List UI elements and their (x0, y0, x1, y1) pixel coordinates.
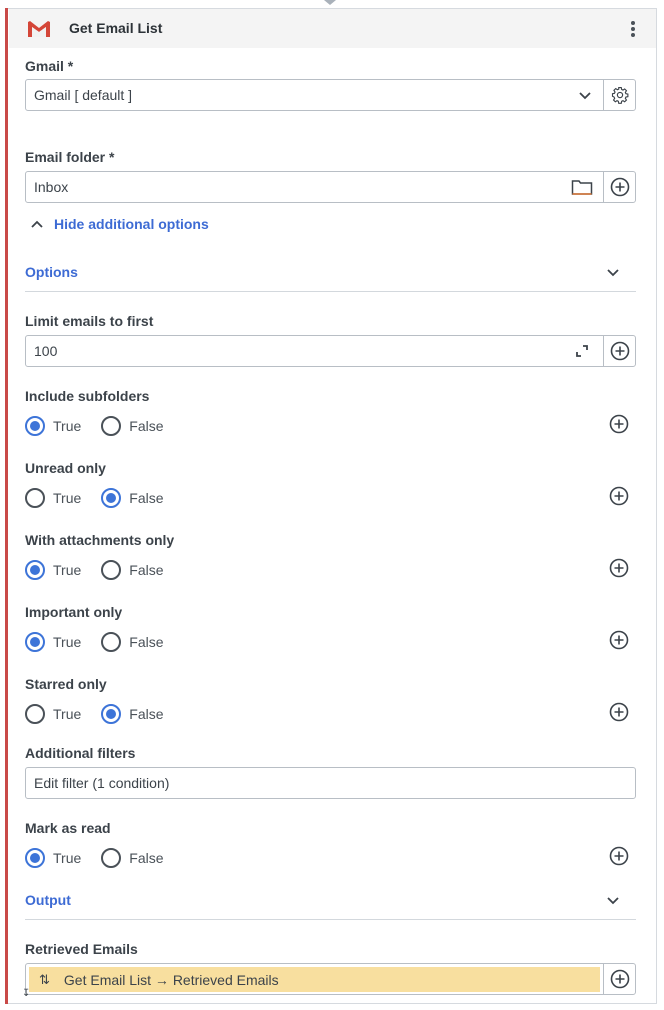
email-folder-label: Email folder * (25, 149, 115, 165)
plus-circle-icon (610, 177, 629, 197)
email-folder-value: Inbox (34, 179, 69, 195)
radio-label: False (129, 490, 164, 506)
mark-as-read-label: Mark as read (25, 820, 111, 836)
plus-circle-icon[interactable] (609, 558, 629, 578)
radio-circle (101, 632, 122, 652)
radio-label: True (53, 418, 82, 434)
output-section-title: Output (25, 892, 71, 908)
radio-label: True (53, 706, 82, 722)
starred-only-false-radio[interactable]: False (101, 704, 164, 724)
important-only-false-radio[interactable]: False (101, 632, 164, 652)
limit-emails-label: Limit emails to first (25, 313, 154, 329)
retrieved-emails-add-button[interactable] (603, 964, 635, 994)
plus-circle-icon[interactable] (609, 486, 629, 506)
chevron-down-icon (607, 269, 619, 277)
retrieved-emails-chip[interactable]: ⇅ Get Email List → Retrieved Emails (29, 967, 600, 992)
gmail-select-value: Gmail [ default ] (34, 87, 133, 103)
plus-circle-icon[interactable] (609, 702, 629, 722)
radio-label: False (129, 634, 164, 650)
radio-circle (25, 704, 45, 724)
mark-as-read-true-radio[interactable]: True (25, 848, 81, 868)
action-panel: Get Email List Gmail * Gmail [ default ]… (8, 8, 657, 1004)
radio-circle (25, 488, 45, 508)
plus-circle-icon[interactable] (609, 414, 629, 434)
connector-arrow (324, 0, 336, 5)
plus-circle-icon[interactable] (609, 846, 629, 866)
panel-title: Get Email List (69, 20, 163, 36)
chevron-up-icon (31, 220, 43, 228)
hide-additional-options-label: Hide additional options (54, 216, 209, 232)
email-folder-add-button[interactable] (603, 172, 635, 202)
important-only-label: Important only (25, 604, 123, 620)
with-attachments-only-radio-group: True False (25, 559, 184, 581)
plus-circle-icon[interactable] (609, 630, 629, 650)
edit-filter-button[interactable]: Edit filter (1 condition) (25, 767, 636, 799)
unread-only-false-radio[interactable]: False (101, 488, 164, 508)
radio-label: False (129, 562, 164, 578)
hide-additional-options-link[interactable]: Hide additional options (30, 216, 209, 232)
plus-circle-icon (610, 969, 629, 989)
important-only-true-radio[interactable]: True (25, 632, 81, 652)
radio-circle (101, 704, 122, 724)
panel-header: Get Email List (9, 9, 656, 48)
radio-circle (25, 632, 45, 652)
unread-only-true-radio[interactable]: True (25, 488, 81, 508)
include-subfolders-radio-group: True False (25, 415, 184, 437)
retrieved-emails-field[interactable]: ⇅ Get Email List → Retrieved Emails (25, 963, 636, 995)
radio-label: True (53, 634, 82, 650)
limit-emails-input[interactable]: 100 (25, 335, 636, 367)
options-section-title: Options (25, 264, 78, 280)
gear-icon (611, 86, 628, 104)
chevron-down-icon (607, 897, 619, 905)
additional-filters-label: Additional filters (25, 745, 136, 761)
gmail-select[interactable]: Gmail [ default ] (25, 79, 636, 111)
limit-emails-add-button[interactable] (603, 336, 635, 366)
radio-circle (25, 416, 45, 436)
important-only-radio-group: True False (25, 631, 184, 653)
with-attachments-only-label: With attachments only (25, 532, 175, 548)
gmail-settings-button[interactable] (603, 80, 635, 110)
resize-handle-icon[interactable]: ↧ (22, 988, 30, 999)
radio-circle (25, 560, 45, 580)
plus-circle-icon (610, 341, 629, 361)
retrieved-emails-value: Get Email List → Retrieved Emails (63, 971, 279, 988)
expand-icon[interactable] (573, 343, 591, 359)
options-section-header[interactable]: Options (25, 256, 636, 292)
radio-circle (101, 416, 122, 436)
email-folder-input[interactable]: Inbox (25, 171, 636, 203)
starred-only-true-radio[interactable]: True (25, 704, 81, 724)
folder-icon[interactable] (571, 179, 593, 195)
chevron-down-icon[interactable] (576, 87, 594, 103)
unread-only-label: Unread only (25, 460, 106, 476)
starred-only-label: Starred only (25, 676, 107, 692)
radio-label: False (129, 850, 164, 866)
include-subfolders-false-radio[interactable]: False (101, 416, 164, 436)
swap-vertical-icon: ⇅ (39, 971, 50, 987)
radio-label: False (129, 706, 164, 722)
output-section-header[interactable]: Output (25, 884, 636, 920)
starred-only-radio-group: True False (25, 703, 184, 725)
radio-label: True (53, 490, 82, 506)
radio-circle (101, 560, 122, 580)
radio-circle (25, 848, 45, 868)
gmail-logo-icon (28, 21, 50, 37)
include-subfolders-label: Include subfolders (25, 388, 150, 404)
radio-label: True (53, 850, 82, 866)
with-attachments-only-true-radio[interactable]: True (25, 560, 81, 580)
limit-emails-value: 100 (34, 343, 58, 359)
kebab-menu-icon[interactable] (630, 20, 636, 38)
include-subfolders-true-radio[interactable]: True (25, 416, 81, 436)
unread-only-radio-group: True False (25, 487, 184, 509)
radio-circle (101, 488, 122, 508)
mark-as-read-radio-group: True False (25, 847, 184, 869)
radio-label: True (53, 562, 82, 578)
radio-label: False (129, 418, 164, 434)
mark-as-read-false-radio[interactable]: False (101, 848, 164, 868)
with-attachments-only-false-radio[interactable]: False (101, 560, 164, 580)
radio-circle (101, 848, 122, 868)
gmail-label: Gmail * (25, 58, 74, 74)
retrieved-emails-label: Retrieved Emails (25, 941, 138, 957)
